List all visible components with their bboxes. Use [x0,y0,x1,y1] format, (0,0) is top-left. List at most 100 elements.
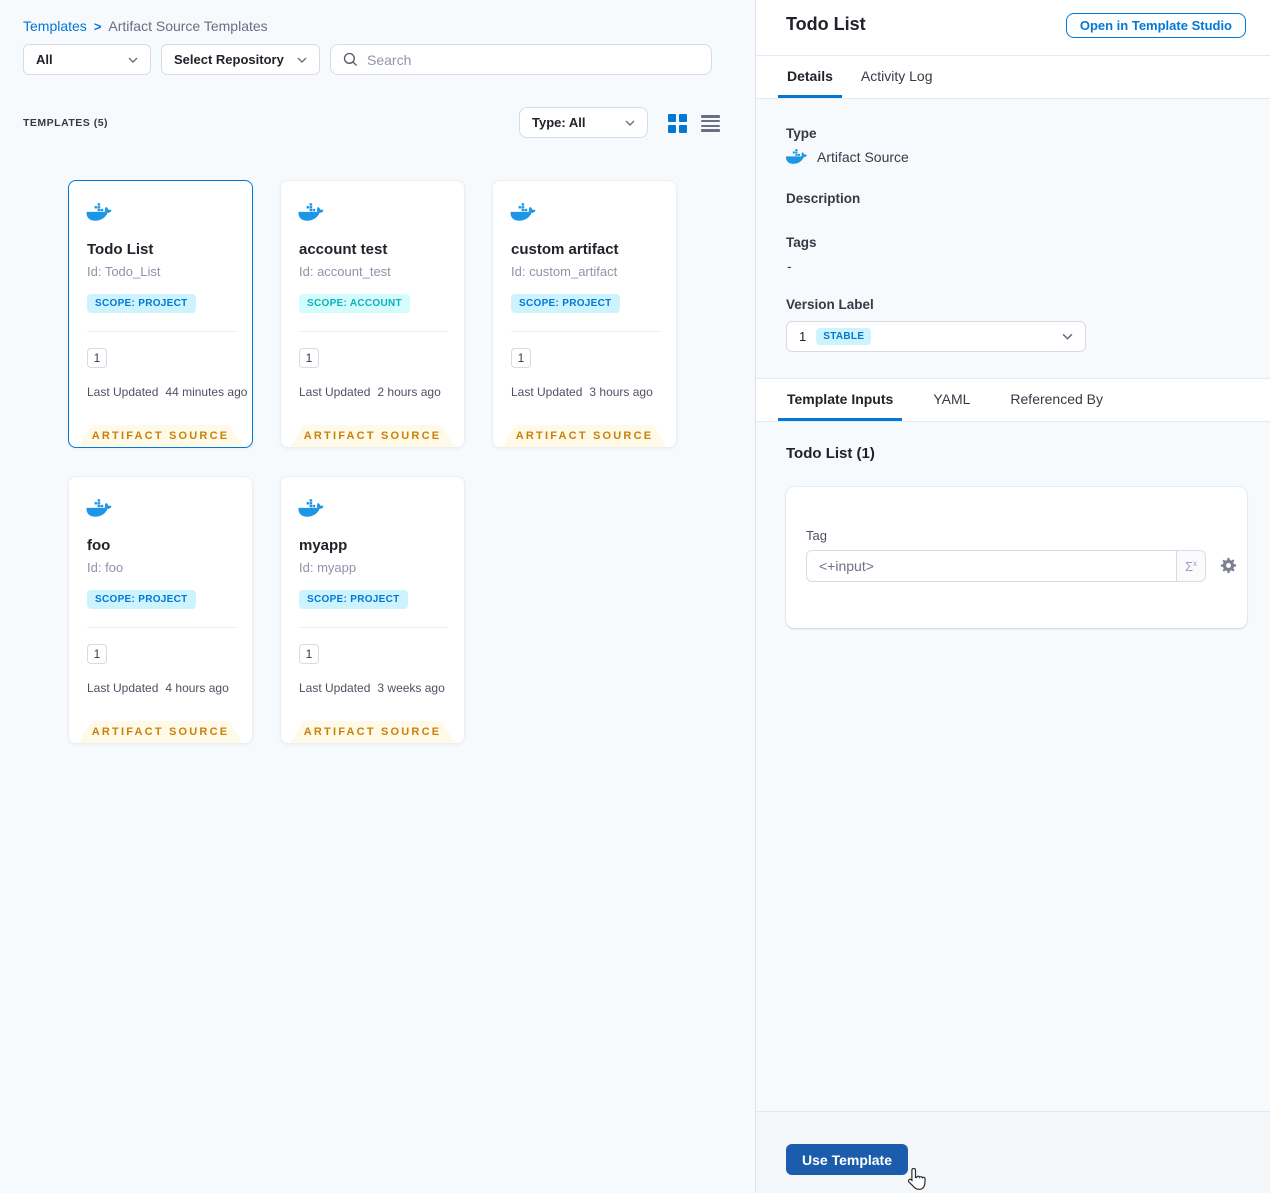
docker-icon [298,498,324,518]
artifact-source-ribbon: ARTIFACT SOURCE [79,721,243,743]
scope-badge: SCOPE: PROJECT [299,590,408,609]
last-updated-value: 4 hours ago [165,681,229,695]
template-card-account-test[interactable]: account test Id: account_test SCOPE: ACC… [280,180,465,448]
divider [511,331,660,332]
repository-filter-dropdown[interactable]: Select Repository [161,44,320,75]
last-updated: Last Updated 44 minutes ago [87,385,247,399]
description-label: Description [786,191,861,206]
version-count-badge: 1 [299,348,319,368]
version-count-badge: 1 [87,348,107,368]
divider [299,331,448,332]
tab-referenced-by[interactable]: Referenced By [1001,379,1112,421]
type-filter-value: Type: All [532,115,586,130]
last-updated-label: Last Updated [87,385,159,399]
template-id: Id: Todo_List [87,264,161,279]
artifact-source-ribbon: ARTIFACT SOURCE [503,425,667,447]
last-updated-label: Last Updated [511,385,583,399]
breadcrumb-current: Artifact Source Templates [108,18,268,34]
scope-badge: SCOPE: PROJECT [87,294,196,313]
template-card-myapp[interactable]: myapp Id: myapp SCOPE: PROJECT 1 Last Up… [280,476,465,744]
search-input[interactable] [367,51,699,68]
chevron-down-icon [128,57,138,63]
last-updated-label: Last Updated [87,681,159,695]
templates-grid: Todo List Id: Todo_List SCOPE: PROJECT 1… [68,180,677,744]
grid-view-icon[interactable] [668,114,687,133]
last-updated-value: 3 hours ago [589,385,653,399]
gear-icon[interactable] [1219,556,1238,575]
artifact-source-ribbon: ARTIFACT SOURCE [79,425,243,447]
tab-details[interactable]: Details [778,56,842,98]
scope-badge: SCOPE: PROJECT [87,590,196,609]
tag-label: Tag [806,528,827,543]
docker-icon [786,148,807,165]
version-dropdown[interactable]: 1 STABLE [786,321,1086,352]
tag-input[interactable] [807,551,1176,581]
tags-value: - [787,258,792,274]
tab-yaml[interactable]: YAML [924,379,979,421]
type-value-row: Artifact Source [786,148,909,165]
last-updated-value: 2 hours ago [377,385,441,399]
last-updated-label: Last Updated [299,681,371,695]
version-value: 1 [799,329,807,344]
inputs-heading: Todo List (1) [786,445,875,462]
tag-input-group: Σx [806,550,1206,582]
breadcrumb-templates-link[interactable]: Templates [23,18,87,34]
details-footer: Use Template [756,1111,1270,1193]
template-id: Id: myapp [299,560,357,575]
docker-icon [86,498,112,518]
artifact-source-ribbon: ARTIFACT SOURCE [291,721,455,743]
templates-list-panel: Templates > Artifact Source Templates Al… [0,0,756,1193]
template-title: foo [87,537,111,554]
details-header: Todo List Open in Template Studio [756,0,1270,56]
last-updated-label: Last Updated [299,385,371,399]
template-card-custom-artifact[interactable]: custom artifact Id: custom_artifact SCOP… [492,180,677,448]
inputs-tab-bar: Template Inputs YAML Referenced By [756,378,1270,422]
stable-badge: STABLE [816,328,872,345]
type-label: Type [786,126,817,141]
version-count-badge: 1 [511,348,531,368]
filters-row: All Select Repository [23,44,712,75]
scope-filter-dropdown[interactable]: All [23,44,151,75]
version-count-badge: 1 [87,644,107,664]
last-updated-value: 3 weeks ago [377,681,445,695]
template-card-todo-list[interactable]: Todo List Id: Todo_List SCOPE: PROJECT 1… [68,180,253,448]
tab-activity-log[interactable]: Activity Log [852,56,942,98]
last-updated: Last Updated 3 hours ago [511,385,653,399]
template-title: Todo List [87,241,154,258]
view-toggles [668,114,720,133]
template-card-foo[interactable]: foo Id: foo SCOPE: PROJECT 1 Last Update… [68,476,253,744]
open-in-template-studio-button[interactable]: Open in Template Studio [1065,13,1246,38]
chevron-down-icon [625,120,635,126]
last-updated: Last Updated 4 hours ago [87,681,229,695]
scope-filter-value: All [36,52,53,67]
template-details-panel: Todo List Open in Template Studio Detail… [756,0,1270,1193]
divider [299,627,448,628]
page-title: Todo List [786,14,866,34]
type-filter-dropdown[interactable]: Type: All [519,107,648,138]
templates-count-label: TEMPLATES (5) [23,117,109,129]
version-label: Version Label [786,297,874,312]
last-updated: Last Updated 2 hours ago [299,385,441,399]
sigma-sup: x [1193,558,1198,568]
use-template-button[interactable]: Use Template [786,1144,908,1175]
sigma-glyph: Σ [1184,558,1194,574]
repository-filter-value: Select Repository [174,52,284,67]
list-view-icon[interactable] [701,115,720,132]
chevron-down-icon [1062,333,1073,340]
search-field [330,44,712,75]
details-tab-bar: Details Activity Log [756,56,1270,99]
docker-icon [298,202,324,222]
chevron-down-icon [297,57,307,63]
scope-badge: SCOPE: ACCOUNT [299,294,410,313]
template-id: Id: foo [87,560,124,575]
template-id: Id: custom_artifact [511,264,618,279]
breadcrumb-chevron-icon: > [93,18,102,34]
divider [87,331,236,332]
template-title: myapp [299,537,348,554]
search-icon [343,52,358,67]
expression-icon[interactable]: Σx [1176,551,1205,581]
last-updated: Last Updated 3 weeks ago [299,681,445,695]
breadcrumb: Templates > Artifact Source Templates [23,18,268,34]
template-inputs-card: Tag Σx [786,487,1247,628]
tab-template-inputs[interactable]: Template Inputs [778,379,903,421]
